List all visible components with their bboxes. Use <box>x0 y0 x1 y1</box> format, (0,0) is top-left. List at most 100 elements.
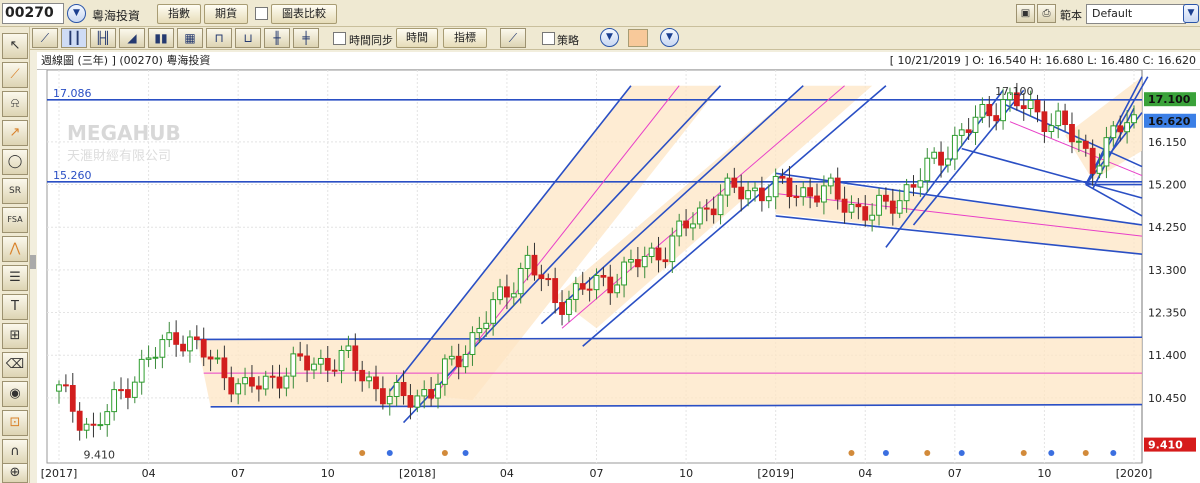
dropdown-arrow-icon[interactable]: ▼ <box>67 4 86 23</box>
candle-body <box>1000 99 1006 122</box>
x-tick-label: 07 <box>948 467 962 480</box>
point-figure-icon[interactable]: ⊔ <box>235 28 261 48</box>
x-tick-label: 10 <box>1037 467 1051 480</box>
candle-body <box>1027 99 1034 109</box>
kagi-chart-icon[interactable]: ╪ <box>293 28 319 48</box>
candle-body <box>428 389 435 399</box>
area-chart-icon[interactable]: ◢ <box>119 28 145 48</box>
candle-body <box>249 377 255 387</box>
candle-body <box>62 384 69 387</box>
candlestick-chart-icon[interactable]: ┃┃ <box>61 28 87 48</box>
candle-body <box>386 395 393 405</box>
fibonacci-icon[interactable]: ☰ <box>2 265 28 291</box>
renko-chart-icon[interactable]: ╫ <box>264 28 290 48</box>
time-sync-label: 時間同步 <box>349 34 393 47</box>
candle-body <box>786 177 793 198</box>
top-toolbar: 00270 ▼ 粵海投資 指數 期貨 圖表比較 ▣ ⎙ 範本 Default ▼ <box>0 0 1200 27</box>
event-dot <box>386 450 393 456</box>
candle-body <box>876 194 882 216</box>
hide-drawings-icon[interactable]: ◉ <box>2 381 28 407</box>
andrews-pitchfork-icon[interactable]: ⋀ <box>2 236 28 262</box>
candle-body <box>311 363 317 371</box>
overlay-line-icon[interactable]: ⟋ <box>500 28 526 48</box>
price-chart[interactable]: [2017] 04 07 10 [2018] 04 07 10 [2019] 04 07 10 [202… <box>37 70 1200 483</box>
candle-body <box>345 345 352 351</box>
eraser-icon[interactable]: ⌫ <box>2 352 28 378</box>
ray-icon[interactable]: ↗ <box>2 120 28 146</box>
chart-title: 週線圖 (三年) ] (00270) 粵海投資 <box>41 54 211 67</box>
candle-body <box>951 134 958 160</box>
candle-body <box>56 384 62 392</box>
candle-body <box>779 175 786 179</box>
candle-body <box>896 200 903 214</box>
time-sync-checkbox[interactable] <box>333 32 346 45</box>
candle-body <box>304 355 310 371</box>
candle-body <box>641 255 648 268</box>
candle-body <box>600 275 607 278</box>
candle-body <box>497 286 503 301</box>
ohlc-readout: [ 10/21/2019 ] O: 16.540 H: 16.680 L: 16… <box>889 54 1196 67</box>
bar-chart-icon[interactable]: ▮▮ <box>148 28 174 48</box>
candle-body <box>393 382 400 397</box>
print-icon[interactable]: ⎙ <box>1037 4 1056 23</box>
save-icon[interactable]: ▣ <box>1016 4 1035 23</box>
trendline-icon[interactable]: ⟋ <box>2 62 28 88</box>
event-dot <box>924 450 931 456</box>
time-button[interactable]: 時間 <box>396 28 438 48</box>
magnet-icon[interactable]: ∩ <box>2 439 28 465</box>
chart-compare-button[interactable]: 圖表比較 <box>271 4 337 24</box>
stock-name: 粵海投資 <box>92 9 141 23</box>
candle-body <box>793 196 800 199</box>
sidebar-collapse-handle[interactable] <box>30 255 36 269</box>
indicators-button[interactable]: 指標 <box>443 28 487 48</box>
candle-body <box>455 355 462 368</box>
ellipse-icon[interactable]: ◯ <box>2 149 28 175</box>
candle-body <box>111 389 118 413</box>
candle-body <box>917 180 924 188</box>
candle-body <box>717 194 724 216</box>
alarm-line-icon[interactable]: ⍾ <box>2 91 28 117</box>
zoom-in-icon[interactable]: ⊕ <box>2 463 28 483</box>
text-tool-icon[interactable]: T <box>2 294 28 320</box>
template-dropdown-icon[interactable]: ▼ <box>1183 4 1199 23</box>
candle-body <box>517 267 524 295</box>
line-chart-icon[interactable]: ⟋ <box>32 28 58 48</box>
candle-body <box>800 187 807 198</box>
index-button[interactable]: 指數 <box>157 4 201 24</box>
candle-body <box>180 343 186 352</box>
candle-body <box>283 375 290 389</box>
strategy-dropdown-icon[interactable]: ▼ <box>600 28 619 47</box>
x-tick-label: 04 <box>500 467 514 480</box>
y-tick-label: 13.300 <box>1148 264 1187 277</box>
cursor-icon[interactable]: ↖ <box>2 33 28 59</box>
strategy-checkbox[interactable] <box>542 32 555 45</box>
ohlc-chart-icon[interactable]: ╟╢ <box>90 28 116 48</box>
measure-icon[interactable]: ⊞ <box>2 323 28 349</box>
candle-body <box>290 353 297 377</box>
event-dot <box>958 450 965 456</box>
candle-body <box>441 358 448 385</box>
color-dropdown-icon[interactable]: ▼ <box>660 28 679 47</box>
volume-chart-icon[interactable]: ▦ <box>177 28 203 48</box>
fan-speed-arc-icon[interactable]: FSA <box>2 207 28 233</box>
candle-body <box>690 223 696 229</box>
candle-body <box>814 195 820 203</box>
stock-code-input[interactable]: 00270 <box>2 3 64 24</box>
candle-body <box>531 254 538 276</box>
speed-resistance-icon[interactable]: SR <box>2 178 28 204</box>
step-chart-icon[interactable]: ⊓ <box>206 28 232 48</box>
futures-button[interactable]: 期貨 <box>204 4 248 24</box>
candle-body <box>559 302 565 315</box>
color-swatch[interactable] <box>628 29 648 47</box>
candle-body <box>1020 105 1027 109</box>
candle-body <box>862 206 869 221</box>
low-annotation: 9.410 <box>83 449 115 462</box>
template-select[interactable]: Default <box>1086 4 1186 24</box>
candle-body <box>993 115 1000 122</box>
chart-compare-checkbox[interactable] <box>255 7 268 20</box>
lock-icon[interactable]: ⊡ <box>2 410 28 436</box>
y-tick-label: 12.350 <box>1148 307 1187 320</box>
candle-body <box>324 357 331 371</box>
candle-body <box>655 247 662 261</box>
candle-body <box>1082 140 1089 149</box>
